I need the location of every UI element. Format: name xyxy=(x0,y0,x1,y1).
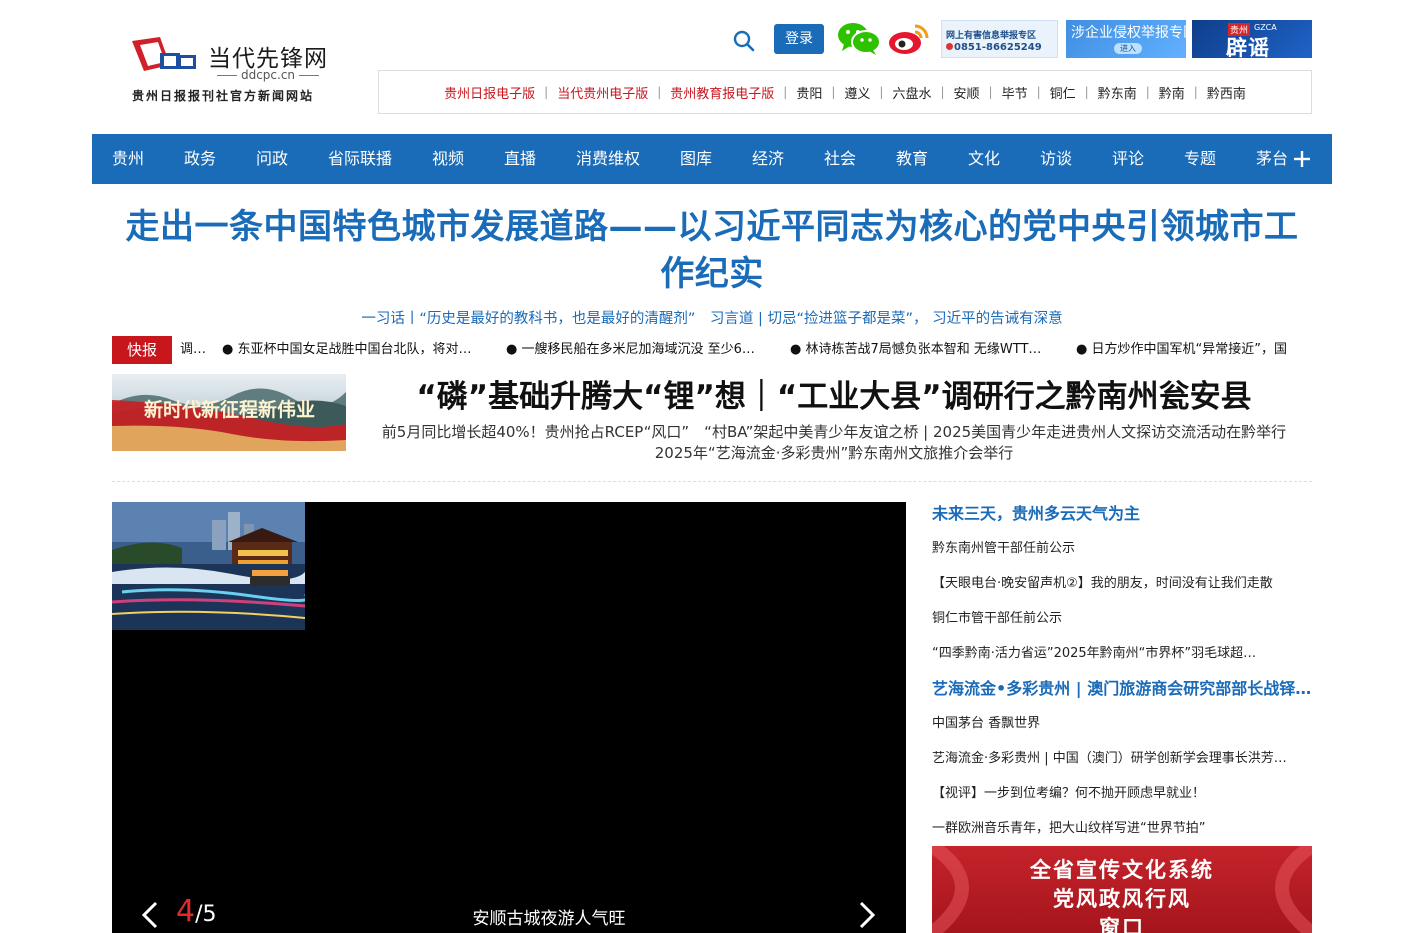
topnav-separator: | xyxy=(988,85,993,99)
topnav-separator: | xyxy=(940,85,945,99)
topnav-link[interactable]: 黔东南 xyxy=(1098,83,1137,102)
news-item[interactable]: 【天眼电台·晚安留声机②】我的朋友，时间没有让我们走散 xyxy=(932,568,1312,603)
main-nav-item[interactable]: 直播 xyxy=(504,134,536,184)
logo-mark-icon xyxy=(132,37,196,71)
culture-banner-line3: 窗口 xyxy=(1099,915,1145,933)
main-nav-item[interactable]: 省际联播 xyxy=(328,134,392,184)
topnav-separator: | xyxy=(1036,85,1041,99)
topnav-link[interactable]: 贵阳 xyxy=(796,83,822,102)
culture-system-window-banner[interactable]: 全省宣传文化系统 党风政风行风 窗口 xyxy=(932,846,1312,933)
logo-subtitle: 贵州日报报刊社官方新闻网站 xyxy=(132,89,315,103)
news-item[interactable]: 黔东南州管干部任前公示 xyxy=(932,533,1312,568)
main-nav-item[interactable]: 问政 xyxy=(256,134,288,184)
topnav-separator: | xyxy=(1084,85,1089,99)
culture-banner-line1: 全省宣传文化系统 xyxy=(1030,857,1214,882)
headline-sublinks[interactable]: 一习话丨“历史是最好的教科书，也是最好的清醒剂” 习言道 | 切忌“捡进篮子都是… xyxy=(112,307,1312,328)
main-nav-item[interactable]: 社会 xyxy=(824,134,856,184)
wechat-icon[interactable] xyxy=(836,20,882,56)
flash-news-ticker: 调… ● 东亚杯中国女足战胜中国台北队，将对… ● 一艘移民船在多米尼加海域沉没 至… xyxy=(180,336,1312,364)
topnav-link[interactable]: 六盘水 xyxy=(892,83,931,102)
topnav-link[interactable]: 当代贵州电子版 xyxy=(557,83,648,102)
slide-prev-arrow-icon[interactable] xyxy=(140,900,160,930)
main-nav-item[interactable]: 茅台 xyxy=(1256,134,1288,184)
main-nav-item[interactable]: 评论 xyxy=(1112,134,1144,184)
slide-image[interactable] xyxy=(112,502,305,630)
new-era-banner-image: 新时代新征程新伟业 xyxy=(112,374,346,451)
site-logo[interactable]: 当代先锋网 ddcpc.cn 贵州日报报刊社官方新闻网站 xyxy=(130,33,340,108)
main-nav-item[interactable]: 图库 xyxy=(680,134,712,184)
topnav-link[interactable]: 铜仁 xyxy=(1050,83,1076,102)
topnav-link[interactable]: 贵州日报电子版 xyxy=(444,83,535,102)
feature-title[interactable]: “磷”基础升腾大“锂”想｜“工业大县”调研行之黔南州瓮安县 xyxy=(356,374,1312,420)
topnav-separator: | xyxy=(783,85,788,99)
corp-infringement-report-banner[interactable]: 涉企业侵权举报专区 进入 xyxy=(1066,20,1186,58)
slide-next-arrow-icon[interactable] xyxy=(857,900,877,930)
main-nav-item[interactable]: 文化 xyxy=(968,134,1000,184)
topnav-separator: | xyxy=(657,85,662,99)
slide-caption[interactable]: 安顺古城夜游人气旺 xyxy=(312,904,786,929)
topnav-link[interactable]: 毕节 xyxy=(1002,83,1028,102)
news-list: 未来三天，贵州多云天气为主 黔东南州管干部任前公示 【天眼电台·晚安留声机②】我的朋… xyxy=(932,498,1312,848)
topnav-link[interactable]: 贵州教育报电子版 xyxy=(670,83,774,102)
search-icon[interactable] xyxy=(732,29,756,53)
flash-news-item[interactable]: ● 日方炒作中国军机“异常接近”，国 xyxy=(1076,336,1312,364)
top-link-bar: 贵州日报电子版 | 当代贵州电子版 | 贵州教育报电子版 | 贵阳 | 遵义 | 六盘水 | 安顺 | 毕节… xyxy=(378,70,1312,114)
news-item[interactable]: 中国茅台 香飘世界 xyxy=(932,708,1312,743)
main-nav-item[interactable]: 经济 xyxy=(752,134,784,184)
news-item[interactable]: 一群欧洲音乐青年，把大山纹样写进“世界节拍” xyxy=(932,813,1312,848)
flash-label: 快报 xyxy=(112,336,172,364)
topnav-separator: | xyxy=(1193,85,1198,99)
harmful-info-report-banner[interactable]: 网上有害信息举报专区 0851-86625249 xyxy=(941,20,1058,58)
topnav-separator: | xyxy=(879,85,884,99)
slide-total: /5 xyxy=(195,902,217,927)
phone-icon xyxy=(946,43,953,50)
main-nav-item[interactable]: 消费维权 xyxy=(576,134,640,184)
topnav-link[interactable]: 遵义 xyxy=(844,83,870,102)
flash-news-item[interactable]: ● 一艘移民船在多米尼加海域沉没 至少6… xyxy=(506,336,778,364)
rumor-refute-banner[interactable]: 贵州 GZCA 辟谣 xyxy=(1192,20,1312,58)
news-headline-item[interactable]: 未来三天，贵州多云天气为主 xyxy=(932,498,1312,533)
topnav-separator: | xyxy=(831,85,836,99)
logo-domain: ddcpc.cn xyxy=(208,68,328,82)
news-item[interactable]: 艺海流金·多彩贵州 | 中国（澳门）研学创新学会理事长洪芳… xyxy=(932,743,1312,778)
headline[interactable]: 走出一条中国特色城市发展道路——以习近平同志为核心的党中央引领城市工作纪实 xyxy=(112,204,1312,298)
main-nav-item[interactable]: 视频 xyxy=(432,134,464,184)
main-nav-item[interactable]: 专题 xyxy=(1184,134,1216,184)
main-nav-item[interactable]: 贵州 xyxy=(112,134,144,184)
culture-banner-line2: 党风政风行风 xyxy=(1053,886,1191,911)
plus-icon[interactable] xyxy=(1292,149,1312,169)
slide-counter: 4/5 xyxy=(176,894,217,929)
topnav-separator: | xyxy=(544,85,549,99)
flash-news-item[interactable]: ● 东亚杯中国女足战胜中国台北队，将对… xyxy=(222,336,494,364)
main-nav-item[interactable]: 教育 xyxy=(896,134,928,184)
photo-slideshow[interactable]: 4/5 安顺古城夜游人气旺 xyxy=(112,502,906,933)
slide-current: 4 xyxy=(176,894,196,929)
news-item[interactable]: 铜仁市管干部任前公示 xyxy=(932,603,1312,638)
feature-sublinks[interactable]: 前5月同比增长超40%！贵州抢占RCEP“风口” “村BA”架起中美青少年友谊之… xyxy=(356,422,1312,464)
divider xyxy=(112,481,1312,482)
main-nav-item[interactable]: 访谈 xyxy=(1040,134,1072,184)
topnav-link[interactable]: 安顺 xyxy=(954,83,980,102)
new-era-banner-text: 新时代新征程新伟业 xyxy=(144,398,315,421)
news-item[interactable]: 【视评】一步到位考编？何不抛开顾虑早就业！ xyxy=(932,778,1312,813)
news-item[interactable]: “四季黔南·活力省运”2025年黔南州“市界杯”羽毛球超… xyxy=(932,638,1312,673)
topnav-link[interactable]: 黔西南 xyxy=(1207,83,1246,102)
news-headline-item[interactable]: 艺海流金•多彩贵州 | 澳门旅游商会研究部部长战铎… xyxy=(932,673,1312,708)
main-nav-item[interactable]: 政务 xyxy=(184,134,216,184)
login-button[interactable]: 登录 xyxy=(774,24,824,54)
flash-news-item[interactable]: ● 林诗栋苦战7局憾负张本智和 无缘WTT… xyxy=(790,336,1062,364)
flash-news-item[interactable]: 调… xyxy=(180,336,218,364)
topnav-separator: | xyxy=(1145,85,1150,99)
topnav-link[interactable]: 黔南 xyxy=(1159,83,1185,102)
main-nav: 贵州 政务 问政 省际联播 视频 直播 消费维权 图库 经济 社会 教育 文化 访谈 评论 专题 茅台 xyxy=(92,134,1332,184)
new-era-banner[interactable]: 新时代新征程新伟业 xyxy=(112,374,346,451)
weibo-icon[interactable] xyxy=(887,20,931,56)
